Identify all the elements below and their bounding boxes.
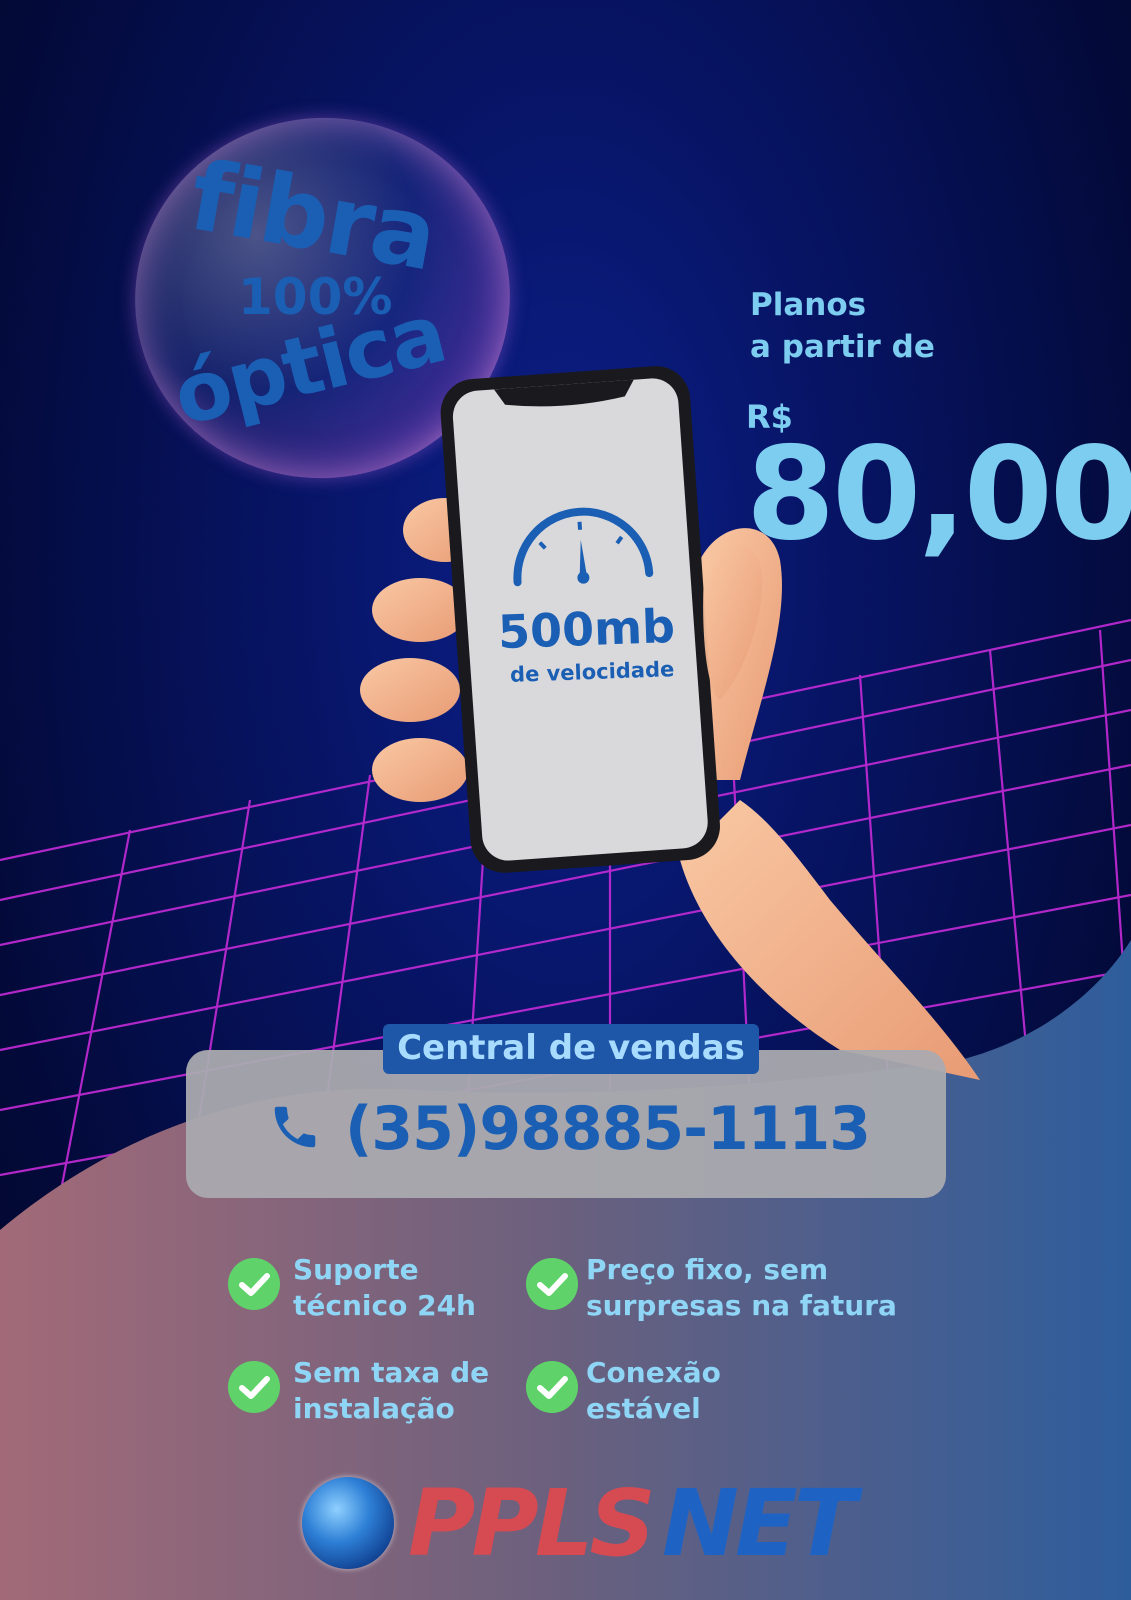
logo-text-net: NET (662, 1470, 857, 1577)
feature-line: Conexão (586, 1356, 721, 1389)
check-icon (228, 1361, 280, 1413)
sales-phone-number[interactable]: (35)98885-1113 (345, 1094, 871, 1164)
logo-text-ppls: PPLS (408, 1470, 656, 1577)
check-icon (526, 1258, 578, 1310)
feature-line: Preço fixo, sem (586, 1253, 829, 1286)
feature-line: estável (586, 1392, 701, 1425)
sales-central-label: Central de vendas (383, 1024, 759, 1074)
globe-icon (302, 1477, 394, 1569)
check-icon (526, 1361, 578, 1413)
feature-line: surpresas na fatura (586, 1289, 897, 1322)
phone-icon (274, 1106, 316, 1148)
check-icon (228, 1258, 280, 1310)
phone-speed-value: 500mb (497, 598, 676, 660)
